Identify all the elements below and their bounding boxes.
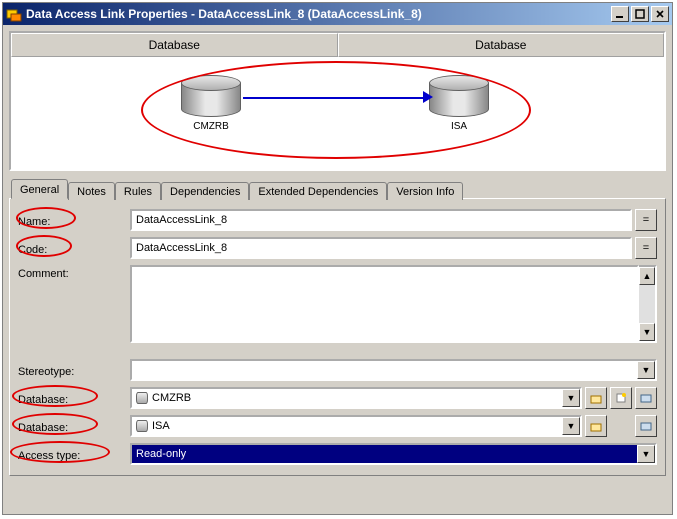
tab-version-info[interactable]: Version Info (387, 182, 463, 200)
name-input[interactable] (130, 209, 632, 231)
database1-combo[interactable]: CMZRB ▼ (130, 387, 582, 409)
window-title: Data Access Link Properties - DataAccess… (26, 7, 611, 21)
close-button[interactable] (651, 6, 669, 22)
folder-icon (590, 420, 602, 432)
access-type-label: Access type: (18, 447, 130, 462)
code-label: Code: (18, 241, 130, 256)
stereotype-combo[interactable]: ▼ (130, 359, 657, 381)
link-arrow-head (423, 91, 433, 103)
dialog-window: Data Access Link Properties - DataAccess… (2, 2, 673, 515)
scroll-up-icon[interactable]: ▲ (639, 267, 655, 285)
database1-new-button[interactable] (610, 387, 632, 409)
database1-browse-button[interactable] (585, 387, 607, 409)
database2-properties-button[interactable] (635, 415, 657, 437)
name-sync-button[interactable]: = (635, 209, 657, 231)
database-node-left-label: CMZRB (181, 121, 241, 132)
access-type-combo[interactable]: Read-only ▼ (130, 443, 657, 465)
diagram-preview: Database Database CMZRB ISA (9, 31, 666, 171)
database1-value: CMZRB (152, 392, 191, 404)
code-sync-button[interactable]: = (635, 237, 657, 259)
properties-icon (640, 392, 652, 404)
tab-dependencies[interactable]: Dependencies (161, 182, 249, 200)
database1-label: Database: (18, 391, 130, 406)
tabstrip: General Notes Rules Dependencies Extende… (9, 177, 666, 199)
comment-label: Comment: (18, 265, 130, 280)
chevron-down-icon[interactable]: ▼ (562, 389, 580, 407)
tab-notes[interactable]: Notes (68, 182, 115, 200)
chevron-down-icon[interactable]: ▼ (637, 445, 655, 463)
properties-icon (640, 420, 652, 432)
chevron-down-icon[interactable]: ▼ (562, 417, 580, 435)
diagram-header-right: Database (338, 33, 665, 57)
database1-properties-button[interactable] (635, 387, 657, 409)
stereotype-label: Stereotype: (18, 363, 130, 378)
database2-combo[interactable]: ISA ▼ (130, 415, 582, 437)
diagram-header-left: Database (11, 33, 338, 57)
database-node-right-label: ISA (429, 121, 489, 132)
chevron-down-icon[interactable]: ▼ (637, 361, 655, 379)
database-icon (136, 392, 148, 404)
database2-value: ISA (152, 420, 170, 432)
titlebar[interactable]: Data Access Link Properties - DataAccess… (3, 3, 672, 25)
database-node-left[interactable] (181, 75, 241, 117)
new-icon (615, 392, 627, 404)
database-node-right[interactable] (429, 75, 489, 117)
comment-scrollbar[interactable]: ▲ ▼ (639, 265, 657, 343)
maximize-button[interactable] (631, 6, 649, 22)
tab-panel-general: Name: = Code: = Com (9, 198, 666, 476)
access-type-value: Read-only (136, 448, 186, 460)
comment-textarea[interactable] (130, 265, 639, 343)
database-icon (136, 420, 148, 432)
code-input[interactable] (130, 237, 632, 259)
app-icon (6, 6, 22, 22)
database2-browse-button[interactable] (585, 415, 607, 437)
tab-extended-dependencies[interactable]: Extended Dependencies (249, 182, 387, 200)
tab-rules[interactable]: Rules (115, 182, 161, 200)
tab-general[interactable]: General (11, 179, 68, 199)
link-arrow[interactable] (243, 97, 427, 99)
minimize-button[interactable] (611, 6, 629, 22)
name-label: Name: (18, 213, 130, 228)
folder-icon (590, 392, 602, 404)
scroll-down-icon[interactable]: ▼ (639, 323, 655, 341)
database2-label: Database: (18, 419, 130, 434)
